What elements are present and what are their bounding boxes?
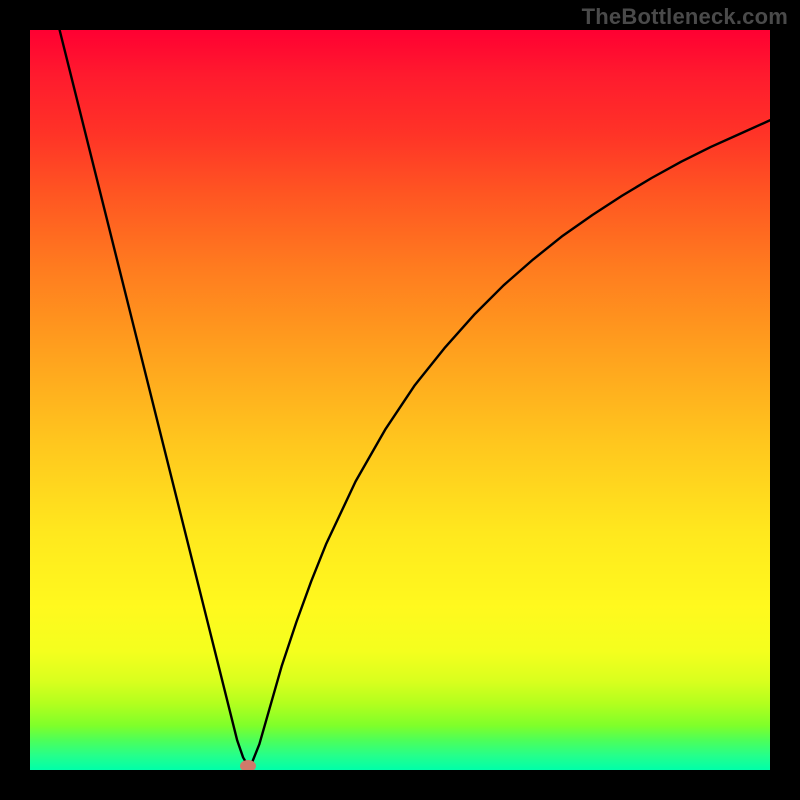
chart-frame: TheBottleneck.com	[0, 0, 800, 800]
curve-svg	[30, 30, 770, 770]
bottleneck-curve	[60, 30, 770, 766]
plot-area	[30, 30, 770, 770]
watermark-text: TheBottleneck.com	[582, 4, 788, 30]
optimum-marker	[240, 760, 256, 770]
